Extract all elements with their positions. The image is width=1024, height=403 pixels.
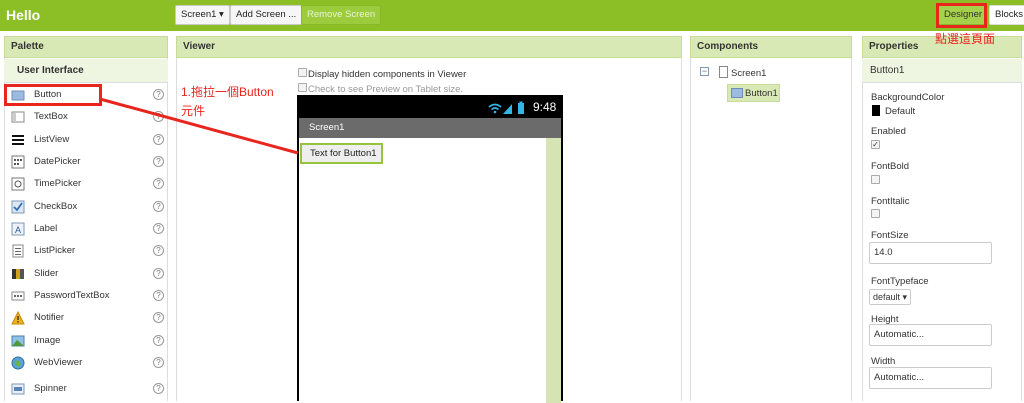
annotation-designer-note: 點選這頁面 — [935, 32, 996, 46]
annotation-arrow — [99, 97, 299, 155]
annotation-drag-line2: 元件 — [181, 104, 206, 118]
annotation-drag-line1: 1.拖拉一個Button — [181, 85, 274, 99]
